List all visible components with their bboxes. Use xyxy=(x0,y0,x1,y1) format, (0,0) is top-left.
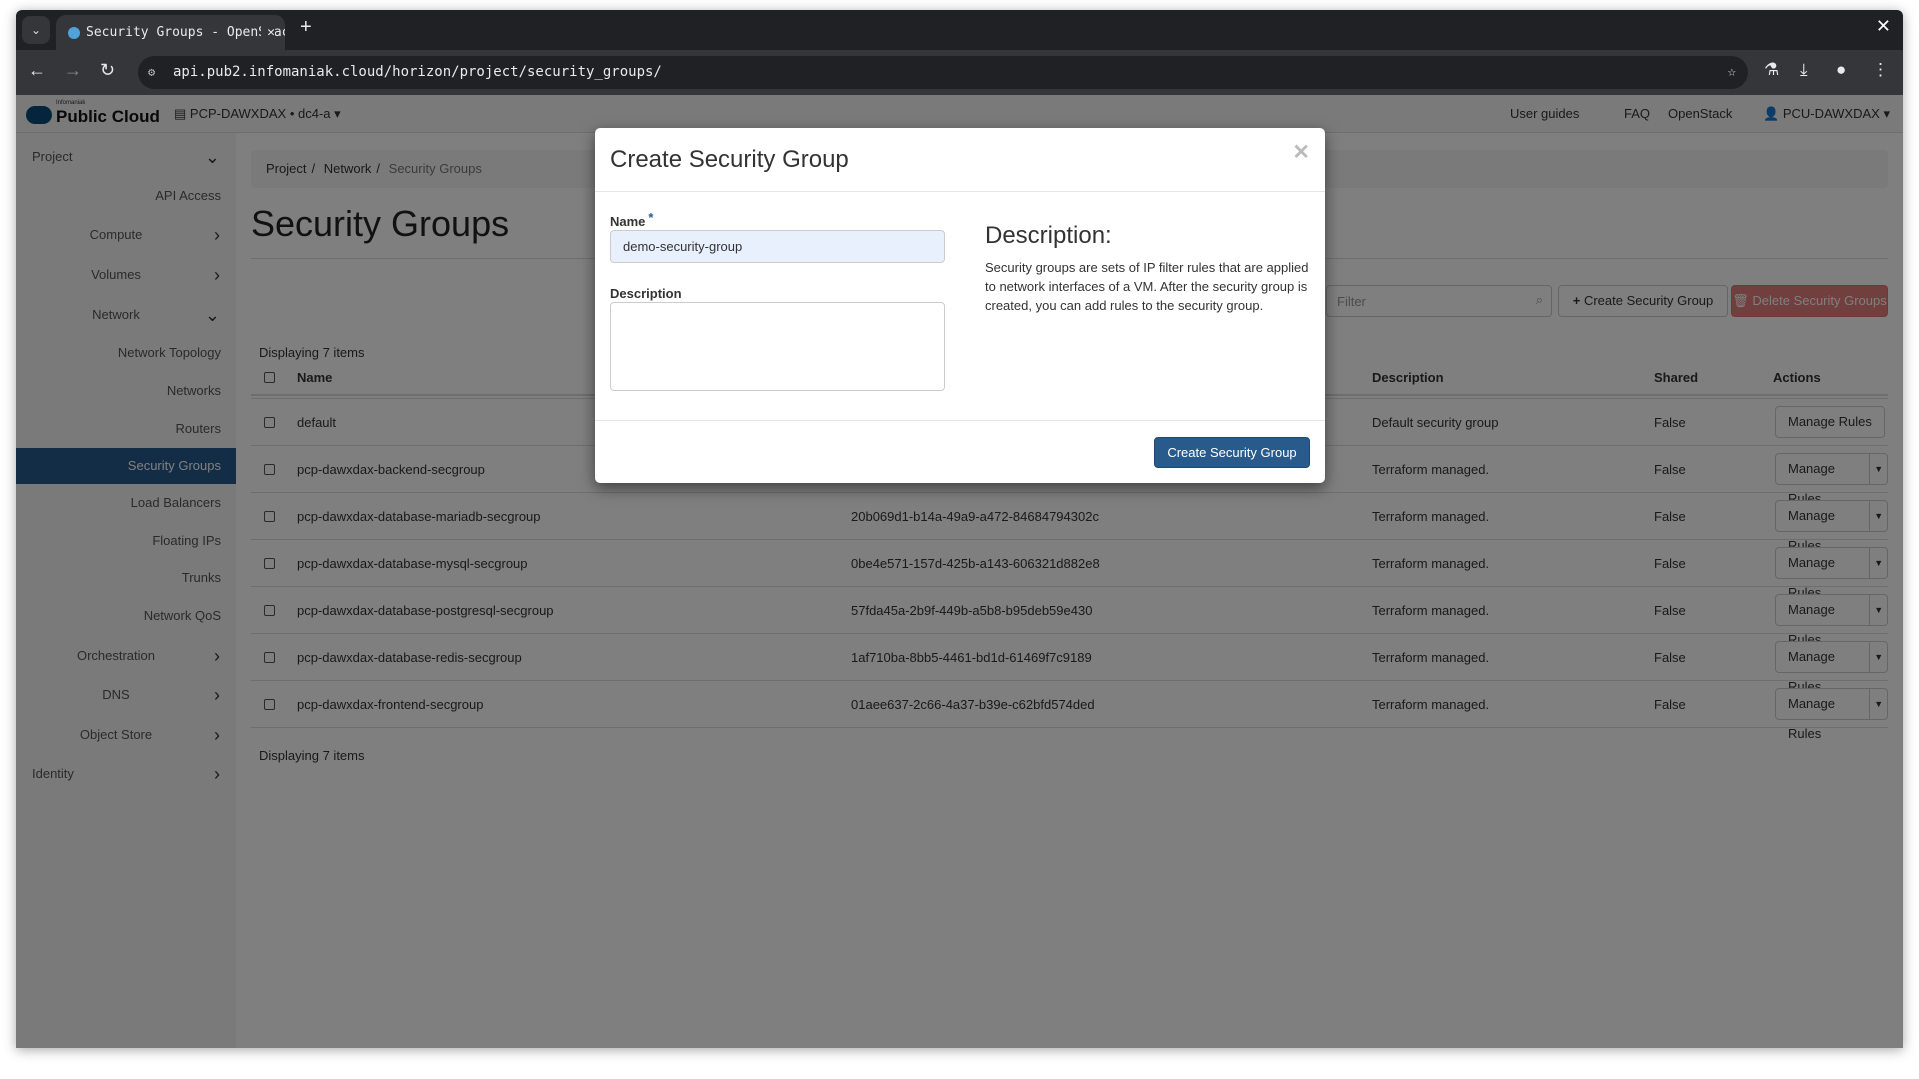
address-bar-row: ← → ↻ ⚙ api.pub2.infomaniak.cloud/horizon… xyxy=(16,50,1903,95)
download-icon[interactable]: ⤓ xyxy=(1800,60,1808,80)
forward-icon[interactable]: → xyxy=(64,60,82,81)
help-heading: Description: xyxy=(985,222,1112,249)
required-marker: * xyxy=(648,210,654,225)
back-icon[interactable]: ← xyxy=(28,60,46,81)
submit-create-security-group-button[interactable]: Create Security Group xyxy=(1154,437,1310,468)
browser-window: ⌄ Security Groups - OpenStack ✕ + ✕ ← → ↻… xyxy=(16,10,1903,1048)
favicon-icon xyxy=(68,27,80,39)
name-label: Name * xyxy=(610,210,653,229)
bookmark-star-icon[interactable]: ☆ xyxy=(1728,56,1736,89)
name-label-text: Name xyxy=(610,214,646,229)
new-tab-icon[interactable]: + xyxy=(300,16,312,39)
url-text: api.pub2.infomaniak.cloud/horizon/projec… xyxy=(173,64,662,80)
close-icon[interactable]: ✕ xyxy=(1292,140,1310,165)
name-input[interactable]: demo-security-group xyxy=(610,230,945,263)
menu-icon[interactable]: ⋮ xyxy=(1872,60,1889,80)
close-tab-icon[interactable]: ✕ xyxy=(261,15,275,50)
dialog-title: Create Security Group xyxy=(610,146,849,173)
tab-search-button[interactable]: ⌄ xyxy=(22,16,50,44)
help-text: Security groups are sets of IP filter ru… xyxy=(985,260,1309,313)
tab-title: Security Groups - OpenStack xyxy=(86,25,285,40)
site-settings-icon[interactable]: ⚙ xyxy=(148,56,155,89)
browser-tab[interactable]: Security Groups - OpenStack ✕ xyxy=(56,15,285,50)
url-input[interactable]: ⚙ api.pub2.infomaniak.cloud/horizon/proje… xyxy=(138,56,1748,89)
reload-icon[interactable]: ↻ xyxy=(100,60,115,81)
labs-icon[interactable]: ⚗ xyxy=(1764,60,1779,80)
close-window-icon[interactable]: ✕ xyxy=(1876,16,1891,37)
tab-bar: ⌄ Security Groups - OpenStack ✕ + ✕ xyxy=(16,10,1903,50)
create-security-group-dialog: Create Security Group ✕ Name * demo-securi… xyxy=(595,128,1325,483)
dialog-footer-divider xyxy=(595,420,1325,421)
description-label: Description xyxy=(610,286,682,301)
description-textarea[interactable] xyxy=(610,302,945,391)
profile-icon[interactable]: ● xyxy=(1836,60,1846,80)
